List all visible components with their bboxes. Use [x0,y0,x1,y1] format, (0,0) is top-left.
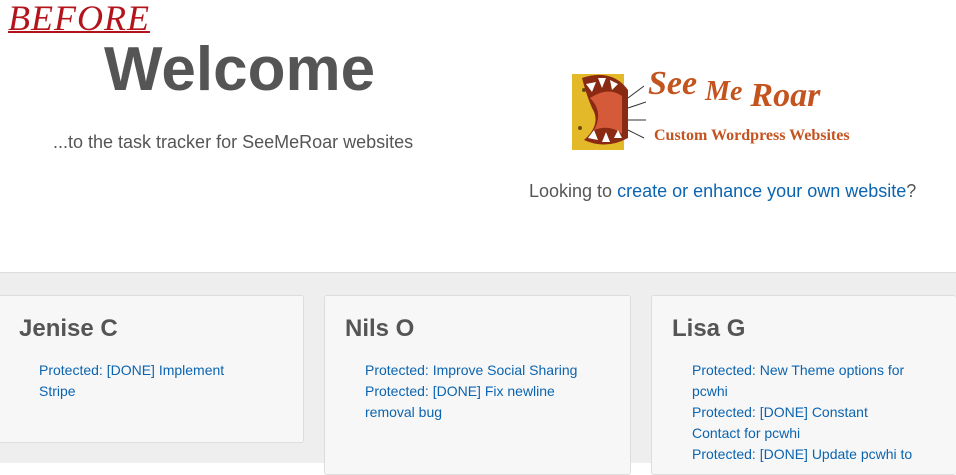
task-link[interactable]: Protected: [DONE] Constant [692,402,912,423]
logo-word-see: See [648,65,698,102]
task-link[interactable]: Protected: [DONE] Fix newline [365,381,577,402]
task-list: Protected: Improve Social Sharing Protec… [365,360,577,423]
roaring-monster-icon [572,74,646,150]
task-link[interactable]: pcwhi [692,381,912,402]
task-link[interactable]: Protected: [DONE] Implement [39,360,224,381]
page-title: Welcome [104,35,376,104]
person-card: Nils O Protected: Improve Social Sharing… [324,295,631,475]
task-list: Protected: New Theme options for pcwhi P… [692,360,912,465]
task-link[interactable]: Protected: New Theme options for [692,360,912,381]
person-name: Jenise C [19,315,118,342]
page-subtitle: ...to the task tracker for SeeMeRoar web… [53,132,414,152]
cta-line: Looking to create or enhance your own we… [529,180,916,202]
seemeroar-logo[interactable]: See Me Roar Custom Wordpress Websites [572,64,872,152]
create-website-link[interactable]: create or enhance your own website [617,181,906,201]
person-name: Nils O [345,315,415,342]
cta-suffix: ? [906,181,917,201]
logo-word-me: Me [705,76,743,107]
task-link[interactable]: Stripe [39,381,224,402]
task-link[interactable]: Protected: Improve Social Sharing [365,360,577,381]
logo-tagline: Custom Wordpress Websites [654,127,850,144]
task-link[interactable]: removal bug [365,402,577,423]
person-card: Lisa G Protected: New Theme options for … [651,295,956,475]
task-list: Protected: [DONE] Implement Stripe [39,360,224,402]
person-name: Lisa G [672,315,746,342]
person-card: Jenise C Protected: [DONE] Implement Str… [0,295,304,443]
cta-prefix: Looking to [529,181,618,201]
logo-wordmark: See Me Roar [648,64,820,114]
before-label: BEFORE [8,0,150,38]
task-link[interactable]: Contact for pcwhi [692,423,912,444]
logo-word-roar: Roar [750,77,821,114]
